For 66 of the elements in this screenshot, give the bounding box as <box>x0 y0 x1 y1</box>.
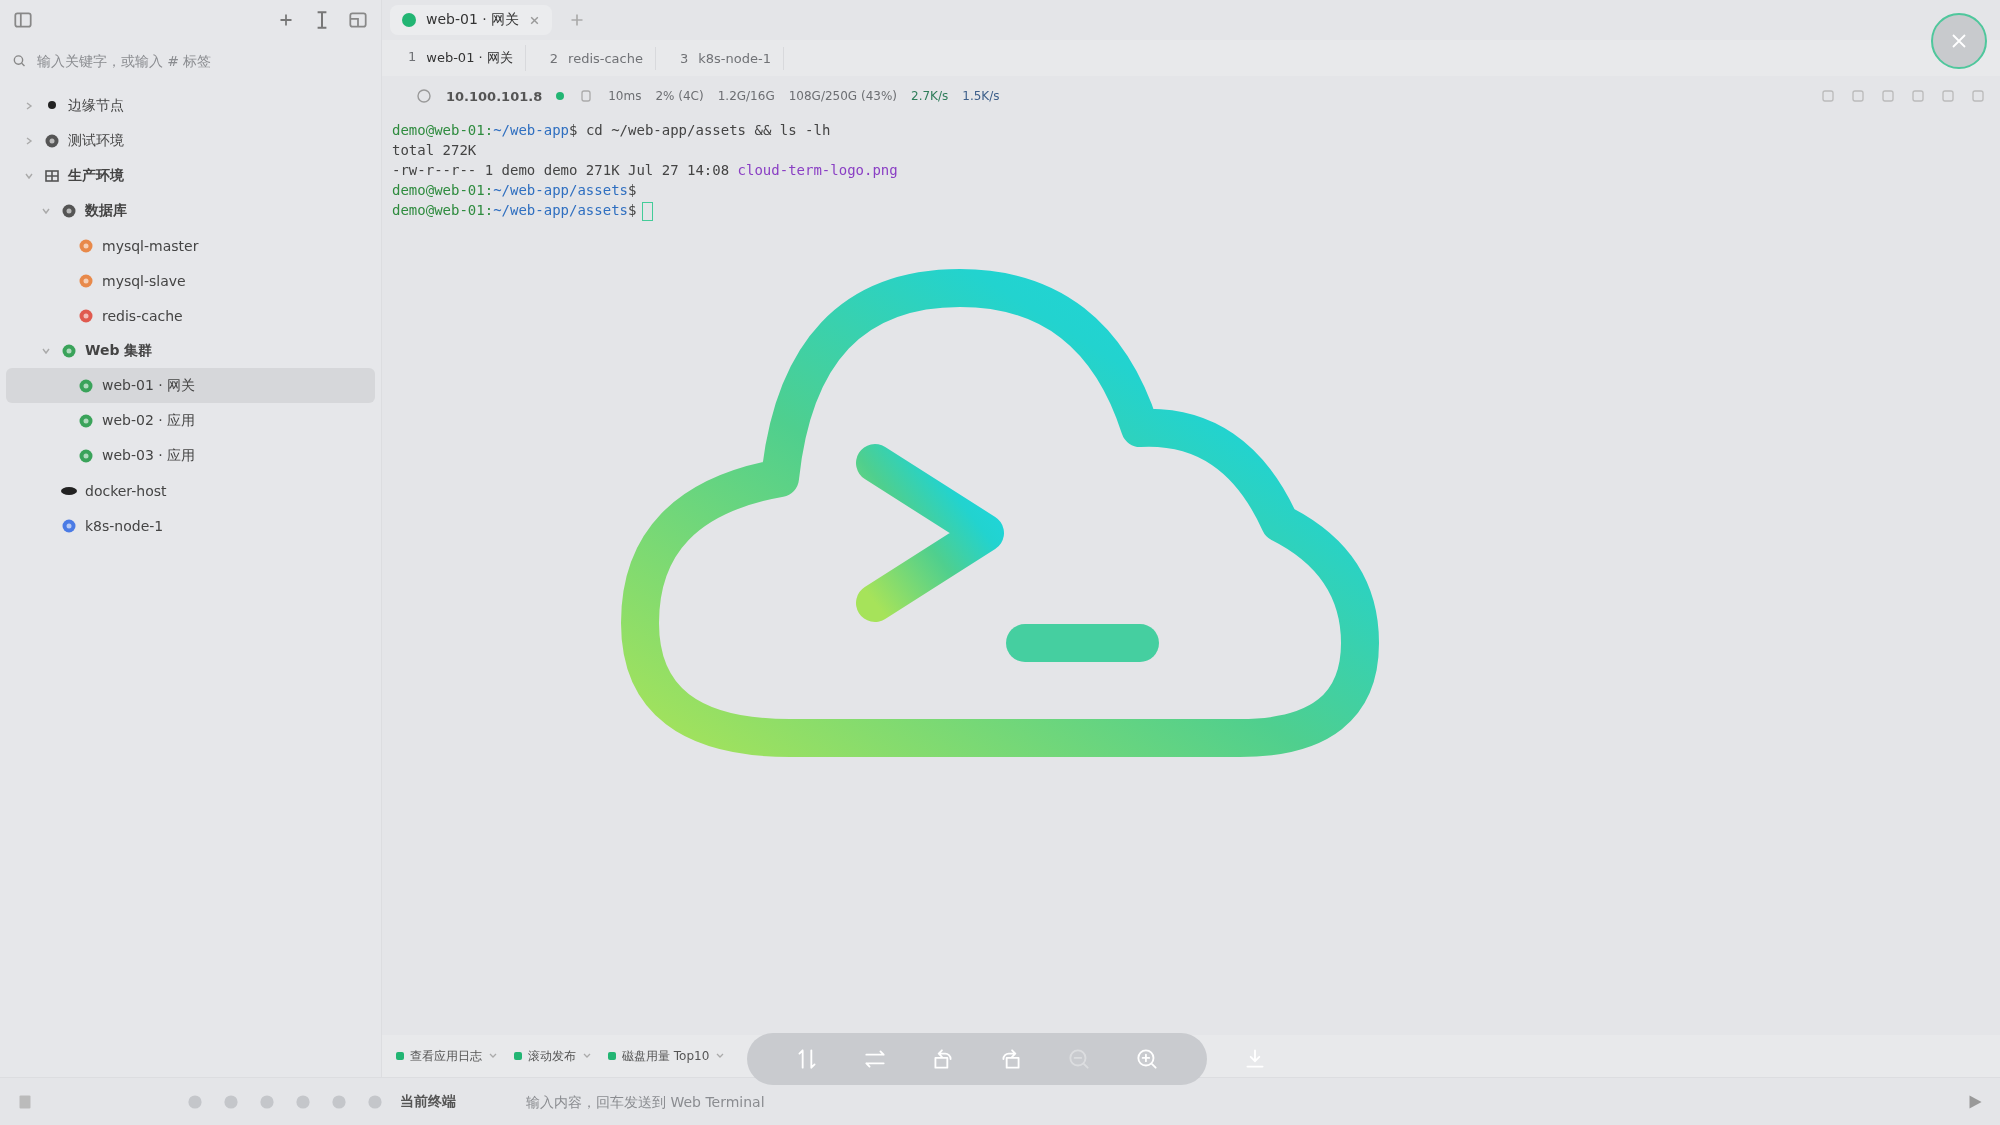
terminal-line: demo@web-01:~/web-app/assets$ <box>392 181 638 200</box>
whale-icon <box>61 486 77 495</box>
toolbar-icon[interactable] <box>1970 88 1986 104</box>
latency-reading: 10ms <box>608 89 642 103</box>
toolbar-icon[interactable] <box>1850 88 1866 104</box>
session-tab[interactable]: 2 redis-cache <box>537 46 656 70</box>
session-tab[interactable]: 3 k8s-node-1 <box>667 46 784 70</box>
host-address: 10.100.101.8 <box>446 88 543 104</box>
tree-item[interactable]: web-02 · 应用 <box>6 403 375 438</box>
close-button[interactable] <box>1931 13 1987 69</box>
tree-item[interactable]: web-01 · 网关 <box>6 368 375 403</box>
tree-item[interactable]: 边缘节点 <box>6 88 375 123</box>
command-field[interactable]: 输入内容，回车发送到 Web Terminal <box>524 1093 1954 1111</box>
chevron-icon <box>24 135 34 146</box>
quick-command[interactable]: 查看应用日志 <box>396 1047 498 1065</box>
tree-item[interactable]: mysql-slave <box>6 263 375 298</box>
download-speed: 2.7K/s <box>911 89 949 103</box>
terminal-line: total 272K <box>392 141 478 160</box>
search-icon <box>12 53 27 69</box>
terminal-line: -rw-r--r-- 1 demo demo 271K Jul 27 14:08 cloud-term-logo.png <box>392 161 899 180</box>
search-field[interactable]: 输入关键字，或输入 # 标签 <box>34 52 369 70</box>
disk-reading: 108G/250G (43%) <box>788 89 897 103</box>
upload-speed: 1.5K/s <box>962 89 1000 103</box>
zoom-in-icon <box>1134 1046 1160 1072</box>
tree-label: 生产环境 <box>68 166 124 185</box>
chevron-icon <box>24 100 34 111</box>
session-tab[interactable]: 1 web-01 · 网关 <box>396 45 526 71</box>
tab-label: web-01 · 网关 <box>426 11 520 29</box>
tree-item[interactable]: web-03 · 应用 <box>6 438 375 473</box>
tree-label: Web 集群 <box>85 341 153 360</box>
toolbar-icon[interactable] <box>1910 88 1926 104</box>
tree-item[interactable]: 测试环境 <box>6 123 375 158</box>
tab[interactable]: web-01 · 网关 <box>390 5 553 35</box>
tree-label: 数据库 <box>85 201 127 220</box>
terminal[interactable]: demo@web-01:~/web-app$ cd ~/web-app/assets && ls -lh total 272K -rw-r--r-- 1 demo demo 271K Jul 27 14:08 cloud-term-logo.png demo@web-01:~/web-app/assets$ demo@web-01:~/web-app/assets$ <box>382 116 2000 1035</box>
tree-item[interactable]: docker-host <box>6 473 375 508</box>
quick-command[interactable]: 磁盘用量 Top10 <box>608 1047 726 1065</box>
quick-command[interactable]: 滚动发布 <box>514 1047 592 1065</box>
tree-label: web-03 · 应用 <box>102 446 196 465</box>
grid-icon <box>44 167 60 184</box>
clock-icon <box>416 88 432 104</box>
tree-item[interactable]: 生产环境 <box>6 158 375 193</box>
terminal-line: demo@web-01:~/web-app$ cd ~/web-app/assets && ls -lh <box>392 121 832 140</box>
tree-label: mysql-slave <box>102 272 186 289</box>
target-select[interactable]: 当前终端 <box>400 1092 510 1111</box>
cpu-reading: 2% (4C) <box>655 89 704 103</box>
tree-label: docker-host <box>85 482 167 499</box>
tree-item[interactable]: Web 集群 <box>6 333 375 368</box>
tree-label: redis-cache <box>102 307 183 324</box>
memory-reading: 1.2G/16G <box>717 89 775 103</box>
tree-label: mysql-master <box>102 237 199 254</box>
toolbar-icon[interactable] <box>1880 88 1896 104</box>
tree-label: 测试环境 <box>68 131 124 150</box>
tree-label: web-02 · 应用 <box>102 411 196 430</box>
toolbar-icon[interactable] <box>1820 88 1836 104</box>
toolbar-icon[interactable] <box>1940 88 1956 104</box>
tree-label: 边缘节点 <box>68 96 124 115</box>
tree-item[interactable]: k8s-node-1 <box>6 508 375 543</box>
tree-label: k8s-node-1 <box>85 517 164 534</box>
tree-item[interactable]: 数据库 <box>6 193 375 228</box>
close-icon[interactable] <box>529 14 541 26</box>
tree-item[interactable]: mysql-master <box>6 228 375 263</box>
online-dot <box>556 92 565 100</box>
terminal-line: demo@web-01:~/web-app/assets$ <box>392 200 1990 221</box>
tree-item[interactable]: redis-cache <box>6 298 375 333</box>
tree-label: web-01 · 网关 <box>102 376 196 395</box>
